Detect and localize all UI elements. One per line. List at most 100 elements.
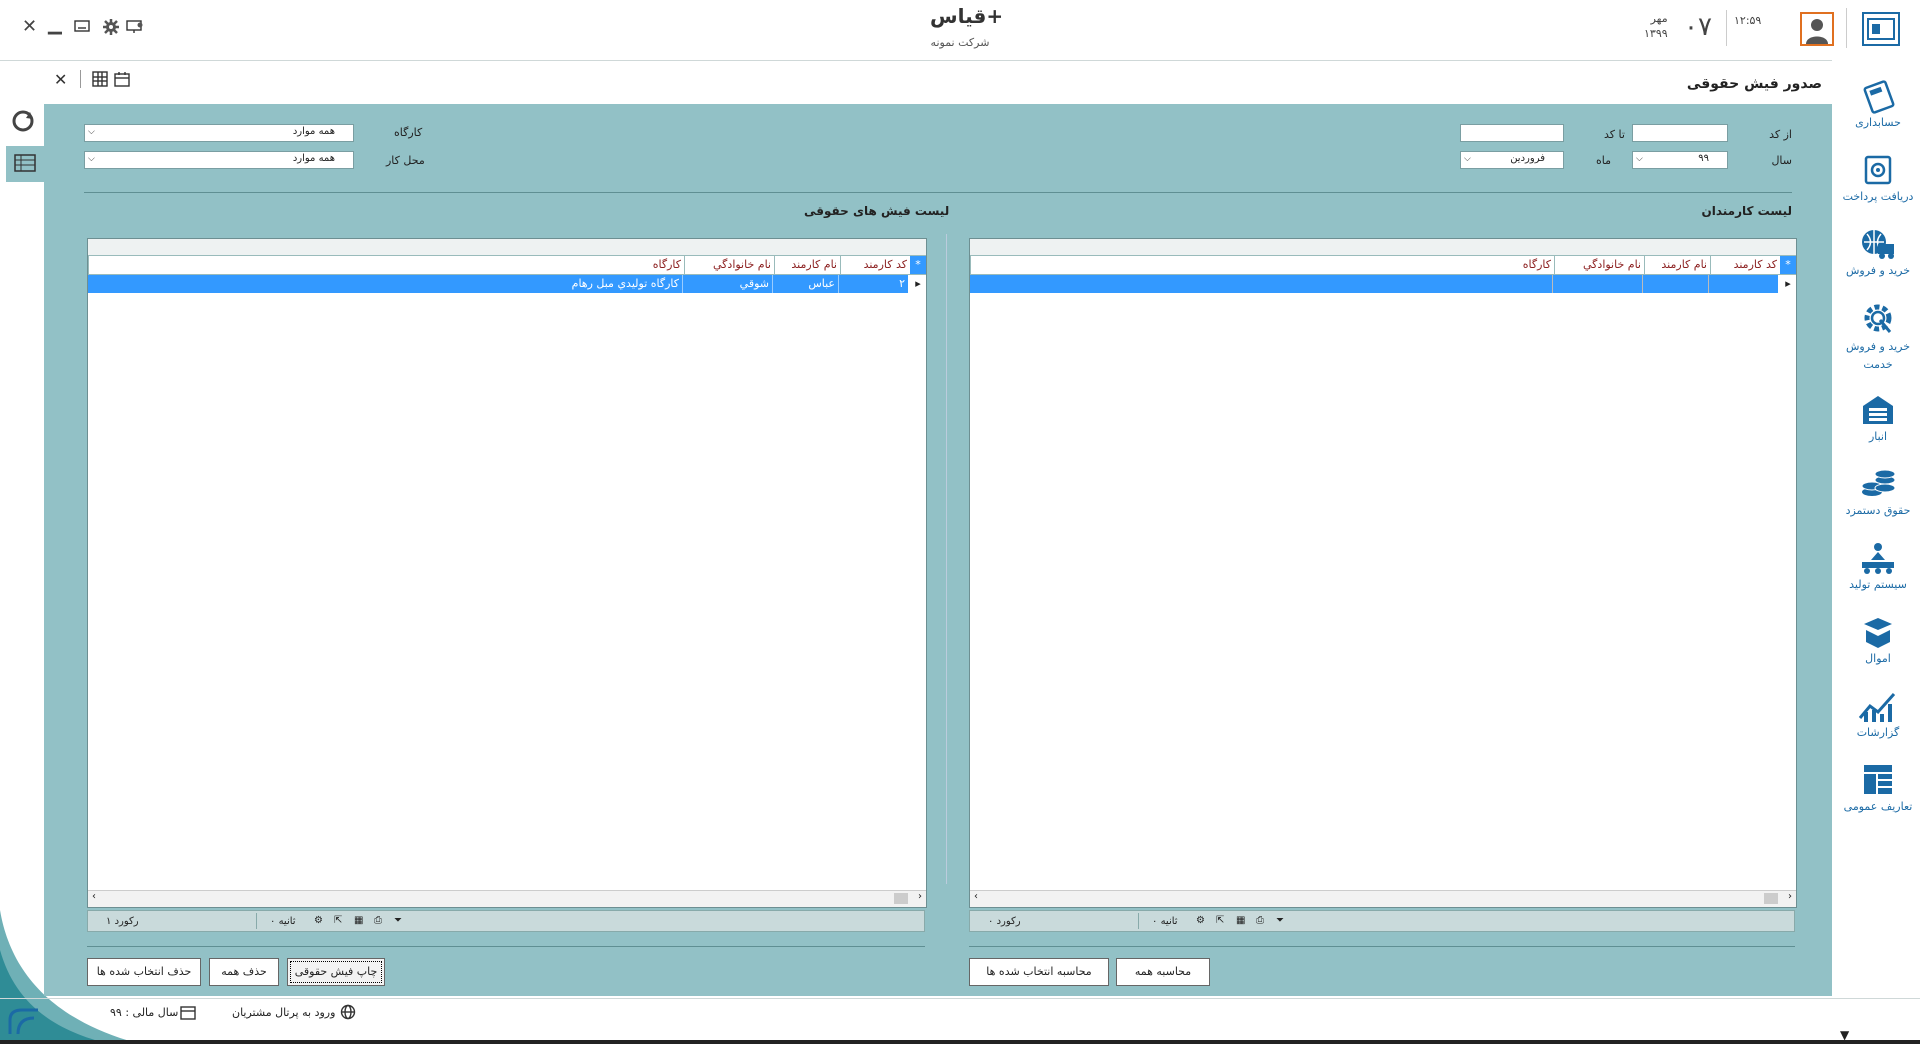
divider	[80, 70, 81, 88]
scroll-left-icon[interactable]: ‹	[92, 891, 96, 902]
print-icon[interactable]: ⎙	[374, 915, 382, 926]
sidebar-item-production[interactable]: سیستم تولید	[1836, 540, 1920, 591]
chevron-down-icon: ⌵	[88, 154, 95, 164]
delete-all-button[interactable]: حذف همه	[209, 958, 279, 986]
month-text: مهر	[1650, 12, 1668, 25]
module-sidebar: حسابداری دریافت پرداخت خرید و فروش خرید …	[1832, 60, 1920, 1044]
sidebar-item-receive-pay[interactable]: دریافت پرداخت	[1836, 152, 1920, 203]
print-payslip-button[interactable]: چاپ فیش حقوقی	[287, 958, 385, 986]
payslips-grid-footer: ۱ رکورد ۰ ثانیه ⚙ ⇱ ▦ ⎙ ⏷	[87, 910, 925, 932]
divider	[1138, 913, 1139, 929]
row-cell	[1642, 275, 1708, 293]
sidebar-item-assets[interactable]: اموال	[1836, 614, 1920, 665]
calc-selected-button[interactable]: محاسبه انتخاب شده ها	[969, 958, 1109, 986]
scroll-left-icon[interactable]: ‹	[974, 891, 978, 902]
sidebar-item-label: اموال	[1865, 652, 1891, 665]
production-icon	[1862, 543, 1894, 574]
to-code-field[interactable]	[1460, 124, 1564, 142]
divider	[87, 946, 925, 947]
scroll-thumb[interactable]	[894, 893, 908, 904]
settings-icon[interactable]: ⚙	[314, 915, 323, 926]
minimize-icon[interactable]: ▁	[48, 14, 62, 35]
col-workshop[interactable]: كارگاه	[970, 256, 1554, 274]
sidebar-item-reports[interactable]: گزارشات	[1836, 688, 1920, 739]
year-select[interactable]: ⌵ ۹۹	[1632, 151, 1728, 169]
layout-icon	[1864, 765, 1892, 794]
from-code-field[interactable]	[1632, 124, 1728, 142]
scroll-right-icon[interactable]: ›	[918, 891, 922, 902]
chart-icon	[1858, 693, 1896, 722]
asterisk-icon[interactable]: *	[910, 256, 926, 274]
divider	[946, 234, 947, 884]
gear-icon[interactable]	[102, 18, 120, 39]
col-employee-code[interactable]: کد کارمند	[840, 256, 910, 274]
export-icon[interactable]: ⇱	[334, 915, 342, 926]
display-settings-icon[interactable]	[126, 20, 144, 37]
col-employee-code[interactable]: کد کارمند	[1710, 256, 1780, 274]
divider	[969, 946, 1795, 947]
filter-icon[interactable]: ⏷	[1276, 915, 1284, 926]
scroll-thumb[interactable]	[1764, 893, 1778, 904]
sidebar-item-payroll[interactable]: حقوق دستمزد	[1836, 466, 1920, 517]
workshop-select[interactable]: ⌵ همه موارد	[84, 124, 354, 142]
app-logo[interactable]	[1862, 12, 1900, 46]
col-family-name[interactable]: نام خانوادگي	[684, 256, 774, 274]
horizontal-scrollbar[interactable]: ‹ ›	[88, 890, 926, 907]
table-icon[interactable]: ▦	[354, 915, 363, 926]
close-page-icon[interactable]: ✕	[54, 70, 67, 89]
sidebar-item-definitions[interactable]: تعاریف عمومی	[1836, 762, 1920, 813]
filter-icon[interactable]: ⏷	[394, 915, 402, 926]
scroll-right-icon[interactable]: ›	[1788, 891, 1792, 902]
chevron-down-icon: ⌵	[1636, 154, 1643, 164]
sidebar-item-accounting[interactable]: حسابداری	[1836, 78, 1920, 129]
sidebar-item-services[interactable]: خرید و فروش خدمت	[1836, 300, 1920, 374]
print-icon[interactable]: ⎙	[1256, 915, 1264, 926]
sidebar-item-warehouse[interactable]: انبار	[1836, 392, 1920, 443]
sidebar-item-label: حقوق دستمزد	[1845, 504, 1911, 517]
col-workshop[interactable]: كارگاه	[88, 256, 684, 274]
divider	[1846, 8, 1847, 48]
title-bar: ✕ ▁ قیاس+ شرکت نمونه مهر ۱۳۹۹ ۰۷ ۱۲:۵۹	[0, 0, 1920, 61]
employees-grid[interactable]: * کد کارمند نام کارمند نام خانوادگي كارگ…	[969, 238, 1797, 908]
sidebar-item-label: تعاریف عمومی	[1843, 800, 1913, 813]
table-row[interactable]: ۲ عباس شوقي كارگاه توليدي مبل رهام	[88, 275, 908, 293]
delete-selected-button[interactable]: حذف انتخاب شده ها	[87, 958, 201, 986]
grid-view-icon[interactable]	[92, 71, 108, 90]
month-select-value: فروردین	[1510, 153, 1545, 164]
settings-icon[interactable]: ⚙	[1196, 915, 1205, 926]
customer-portal-link[interactable]: ورود به پرتال مشتریان	[232, 1006, 335, 1019]
table-row[interactable]	[970, 275, 1778, 293]
close-icon[interactable]: ✕	[22, 16, 37, 37]
elapsed-seconds: ۰ ثانیه	[270, 916, 296, 927]
sidebar-item-sales[interactable]: خرید و فروش	[1836, 226, 1920, 277]
refresh-icon[interactable]	[10, 108, 36, 137]
col-employee-name[interactable]: نام کارمند	[774, 256, 840, 274]
month-select[interactable]: ⌵ فروردین	[1460, 151, 1564, 169]
user-avatar[interactable]	[1800, 12, 1834, 46]
year-select-value: ۹۹	[1698, 153, 1709, 164]
list-view-tab[interactable]	[6, 146, 44, 182]
globe-icon[interactable]	[340, 1004, 356, 1023]
sidebar-item-label: سیستم تولید	[1849, 578, 1907, 591]
payslips-grid[interactable]: * کد کارمند نام کارمند نام خانوادگي كارگ…	[87, 238, 927, 908]
calc-all-button[interactable]: محاسبه همه	[1116, 958, 1210, 986]
grid-header: * کد کارمند نام کارمند نام خانوادگي كارگ…	[88, 256, 926, 275]
record-count: ۱ رکورد	[106, 916, 139, 927]
calendar-icon[interactable]	[180, 1004, 196, 1023]
workplace-select[interactable]: ⌵ همه موارد	[84, 151, 354, 169]
payslips-list-title: لیست فیش های حقوقی	[804, 204, 1004, 218]
keyboard-icon[interactable]	[74, 20, 90, 35]
workplace-label: محل کار	[386, 154, 425, 167]
col-employee-name[interactable]: نام کارمند	[1644, 256, 1710, 274]
calendar-icon[interactable]	[114, 71, 130, 90]
sidebar-item-label: خرید و فروش	[1845, 264, 1911, 277]
col-family-name[interactable]: نام خانوادگي	[1554, 256, 1644, 274]
asterisk-icon[interactable]: *	[1780, 256, 1796, 274]
row-indicator-icon: ▸	[1780, 275, 1796, 293]
export-icon[interactable]: ⇱	[1216, 915, 1224, 926]
horizontal-scrollbar[interactable]: ‹ ›	[970, 890, 1796, 907]
globe-truck-icon	[1862, 230, 1894, 259]
workshop-select-value: همه موارد	[292, 126, 335, 137]
table-icon[interactable]: ▦	[1236, 915, 1245, 926]
row-cell	[1708, 275, 1778, 293]
